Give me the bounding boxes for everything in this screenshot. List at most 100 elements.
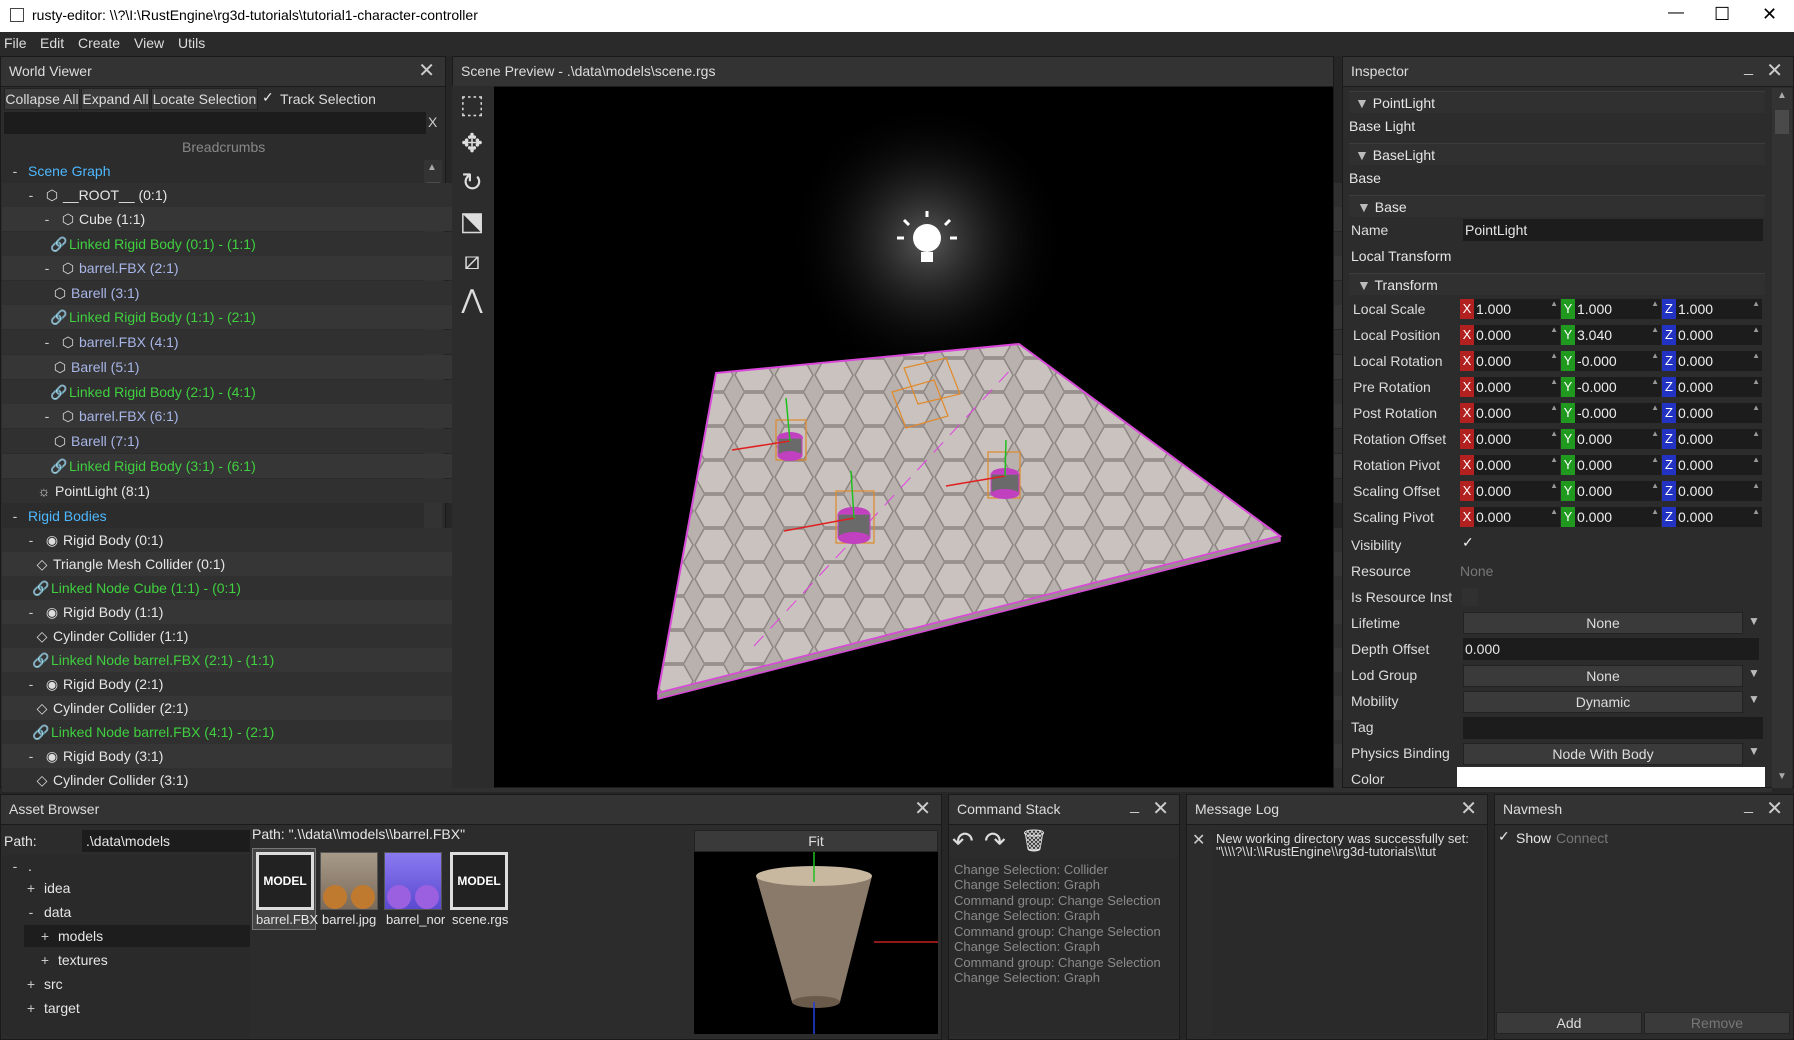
model-icon[interactable]: MODEL: [256, 852, 314, 910]
trash-icon[interactable]: 🗑: [1020, 828, 1048, 854]
spinner-icon[interactable]: ▲: [1550, 377, 1558, 387]
spinner-icon[interactable]: ▲: [1550, 455, 1558, 465]
tree-item-collider[interactable]: ◇ Cylinder Collider (3:1): [34, 768, 189, 792]
spinner-icon[interactable]: ▲: [1752, 299, 1760, 309]
chevron-down-icon[interactable]: ▼: [1748, 692, 1760, 706]
command-entry[interactable]: Change Selection: Graph: [954, 939, 1100, 954]
vector-z-field[interactable]: Z 1.000 ▲: [1662, 299, 1762, 319]
vector-z-field[interactable]: Z 0.000 ▲: [1662, 455, 1762, 475]
search-clear-button[interactable]: X: [428, 114, 437, 130]
close-icon[interactable]: ✕: [1766, 799, 1783, 819]
expand-icon[interactable]: +: [24, 876, 38, 900]
minimize-icon[interactable]: _: [1744, 59, 1753, 77]
asset-label[interactable]: barrel.FBX: [256, 912, 318, 927]
tree-item-rigid-body[interactable]: - ◉ Rigid Body (0:1): [24, 528, 164, 552]
tree-item-barrel[interactable]: - ⬡ barrel.FBX (2:1): [40, 256, 179, 280]
vector-x-field[interactable]: X 0.000 ▲: [1460, 481, 1560, 501]
vector-x-field[interactable]: X 0.000 ▲: [1460, 507, 1560, 527]
vector-y-field[interactable]: Y 3.040 ▲: [1561, 325, 1661, 345]
tree-item-collider[interactable]: ◇ Cylinder Collider (1:1): [34, 624, 189, 648]
close-icon[interactable]: ✕: [1460, 799, 1477, 819]
vector-y-field[interactable]: Y 0.000 ▲: [1561, 455, 1661, 475]
vector-y-field[interactable]: Y 0.000 ▲: [1561, 481, 1661, 501]
spinner-icon[interactable]: ▲: [1752, 325, 1760, 335]
section-base[interactable]: ▼ Base: [1349, 195, 1765, 217]
collapse-icon[interactable]: -: [24, 744, 38, 768]
path-input[interactable]: .\data\models: [82, 830, 250, 852]
asset-label[interactable]: barrel_nor: [386, 912, 446, 927]
clear-log-icon[interactable]: ✕: [1192, 830, 1205, 850]
mobility-dropdown[interactable]: Dynamic: [1463, 691, 1743, 713]
tree-item-mesh[interactable]: ⬡ Barell (7:1): [52, 429, 140, 453]
vector-x-field[interactable]: X 0.000 ▲: [1460, 429, 1560, 449]
vector-y-field[interactable]: Y 0.000 ▲: [1561, 429, 1661, 449]
spinner-icon[interactable]: ▲: [1752, 403, 1760, 413]
spinner-icon[interactable]: ▲: [1752, 377, 1760, 387]
collapse-icon[interactable]: -: [40, 330, 54, 354]
close-icon[interactable]: ✕: [418, 61, 435, 81]
texture-thumbnail[interactable]: [320, 852, 378, 910]
scroll-down-icon[interactable]: ▼: [1777, 771, 1787, 782]
expand-icon[interactable]: +: [24, 996, 38, 1020]
collapse-icon[interactable]: -: [24, 672, 38, 696]
scene-model-icon[interactable]: MODEL: [450, 852, 508, 910]
expand-icon[interactable]: +: [38, 948, 52, 972]
tree-item-link[interactable]: 🔗 Linked Node barrel.FBX (2:1) - (1:1): [32, 648, 274, 672]
close-icon[interactable]: ✕: [1152, 799, 1169, 819]
section-baselight[interactable]: ▼ BaseLight: [1349, 143, 1765, 165]
tree-item-pointlight[interactable]: ☼ PointLight (8:1): [36, 479, 150, 503]
command-entry[interactable]: Command group: Change Selection: [954, 955, 1161, 970]
folder-models[interactable]: + models: [38, 924, 103, 948]
collapse-icon[interactable]: -: [24, 528, 38, 552]
spinner-icon[interactable]: ▲: [1651, 351, 1659, 361]
spinner-icon[interactable]: ▲: [1550, 299, 1558, 309]
collapse-icon[interactable]: -: [40, 207, 54, 231]
tree-item-link[interactable]: 🔗 Linked Rigid Body (1:1) - (2:1): [50, 305, 256, 329]
spinner-icon[interactable]: ▲: [1651, 325, 1659, 335]
scroll-up-icon[interactable]: ▲: [427, 162, 437, 173]
spinner-icon[interactable]: ▲: [1752, 481, 1760, 491]
command-entry[interactable]: Change Selection: Collider: [954, 862, 1108, 877]
menu-view[interactable]: View: [134, 35, 164, 51]
tree-item-rigid-body[interactable]: - ◉ Rigid Body (2:1): [24, 672, 164, 696]
locate-selection-button[interactable]: Locate Selection: [151, 88, 258, 110]
folder-target[interactable]: + target: [24, 996, 80, 1020]
menu-file[interactable]: File: [4, 35, 27, 51]
vector-x-field[interactable]: X 0.000 ▲: [1460, 325, 1560, 345]
expand-icon[interactable]: ▼: [1355, 95, 1369, 111]
folder-root[interactable]: -.: [8, 854, 32, 878]
command-entry[interactable]: Command group: Change Selection: [954, 924, 1161, 939]
tag-input[interactable]: [1463, 717, 1763, 739]
spinner-icon[interactable]: ▲: [1550, 351, 1558, 361]
command-entry[interactable]: Change Selection: Graph: [954, 970, 1100, 985]
section-transform[interactable]: ▼ Transform: [1349, 273, 1765, 295]
collapse-icon[interactable]: -: [24, 900, 38, 924]
expand-icon[interactable]: +: [24, 972, 38, 996]
menu-utils[interactable]: Utils: [178, 35, 205, 51]
spinner-icon[interactable]: ▲: [1550, 325, 1558, 335]
collapse-icon[interactable]: -: [8, 854, 22, 878]
name-input[interactable]: PointLight: [1463, 219, 1763, 241]
expand-all-button[interactable]: Expand All: [81, 88, 150, 110]
menu-create[interactable]: Create: [78, 35, 120, 51]
remove-button[interactable]: Remove: [1644, 1012, 1790, 1034]
message-entry[interactable]: New working directory was successfully s…: [1216, 832, 1482, 860]
search-input[interactable]: [4, 112, 426, 134]
vector-z-field[interactable]: Z 0.000 ▲: [1662, 403, 1762, 423]
tree-item-collider[interactable]: ◇ Cylinder Collider (2:1): [34, 696, 189, 720]
scroll-thumb[interactable]: [1775, 110, 1789, 134]
scene-viewport[interactable]: [494, 86, 1334, 788]
tree-item-barrel[interactable]: - ⬡ barrel.FBX (6:1): [40, 404, 179, 428]
vector-x-field[interactable]: X 1.000 ▲: [1460, 299, 1560, 319]
collapse-icon[interactable]: -: [40, 404, 54, 428]
vector-y-field[interactable]: Y -0.000 ▲: [1561, 403, 1661, 423]
asset-label[interactable]: scene.rgs: [452, 912, 508, 927]
command-entry[interactable]: Command group: Change Selection: [954, 893, 1161, 908]
tree-item-rigid-body[interactable]: - ◉ Rigid Body (3:1): [24, 744, 164, 768]
is-resource-inst-checkbox[interactable]: [1462, 588, 1478, 606]
spinner-icon[interactable]: ▲: [1651, 377, 1659, 387]
tree-scene-graph[interactable]: - Scene Graph: [8, 159, 111, 183]
collapse-icon[interactable]: -: [40, 256, 54, 280]
tree-item-link[interactable]: 🔗 Linked Node Cube (1:1) - (0:1): [32, 576, 241, 600]
collapse-icon[interactable]: -: [8, 159, 22, 183]
